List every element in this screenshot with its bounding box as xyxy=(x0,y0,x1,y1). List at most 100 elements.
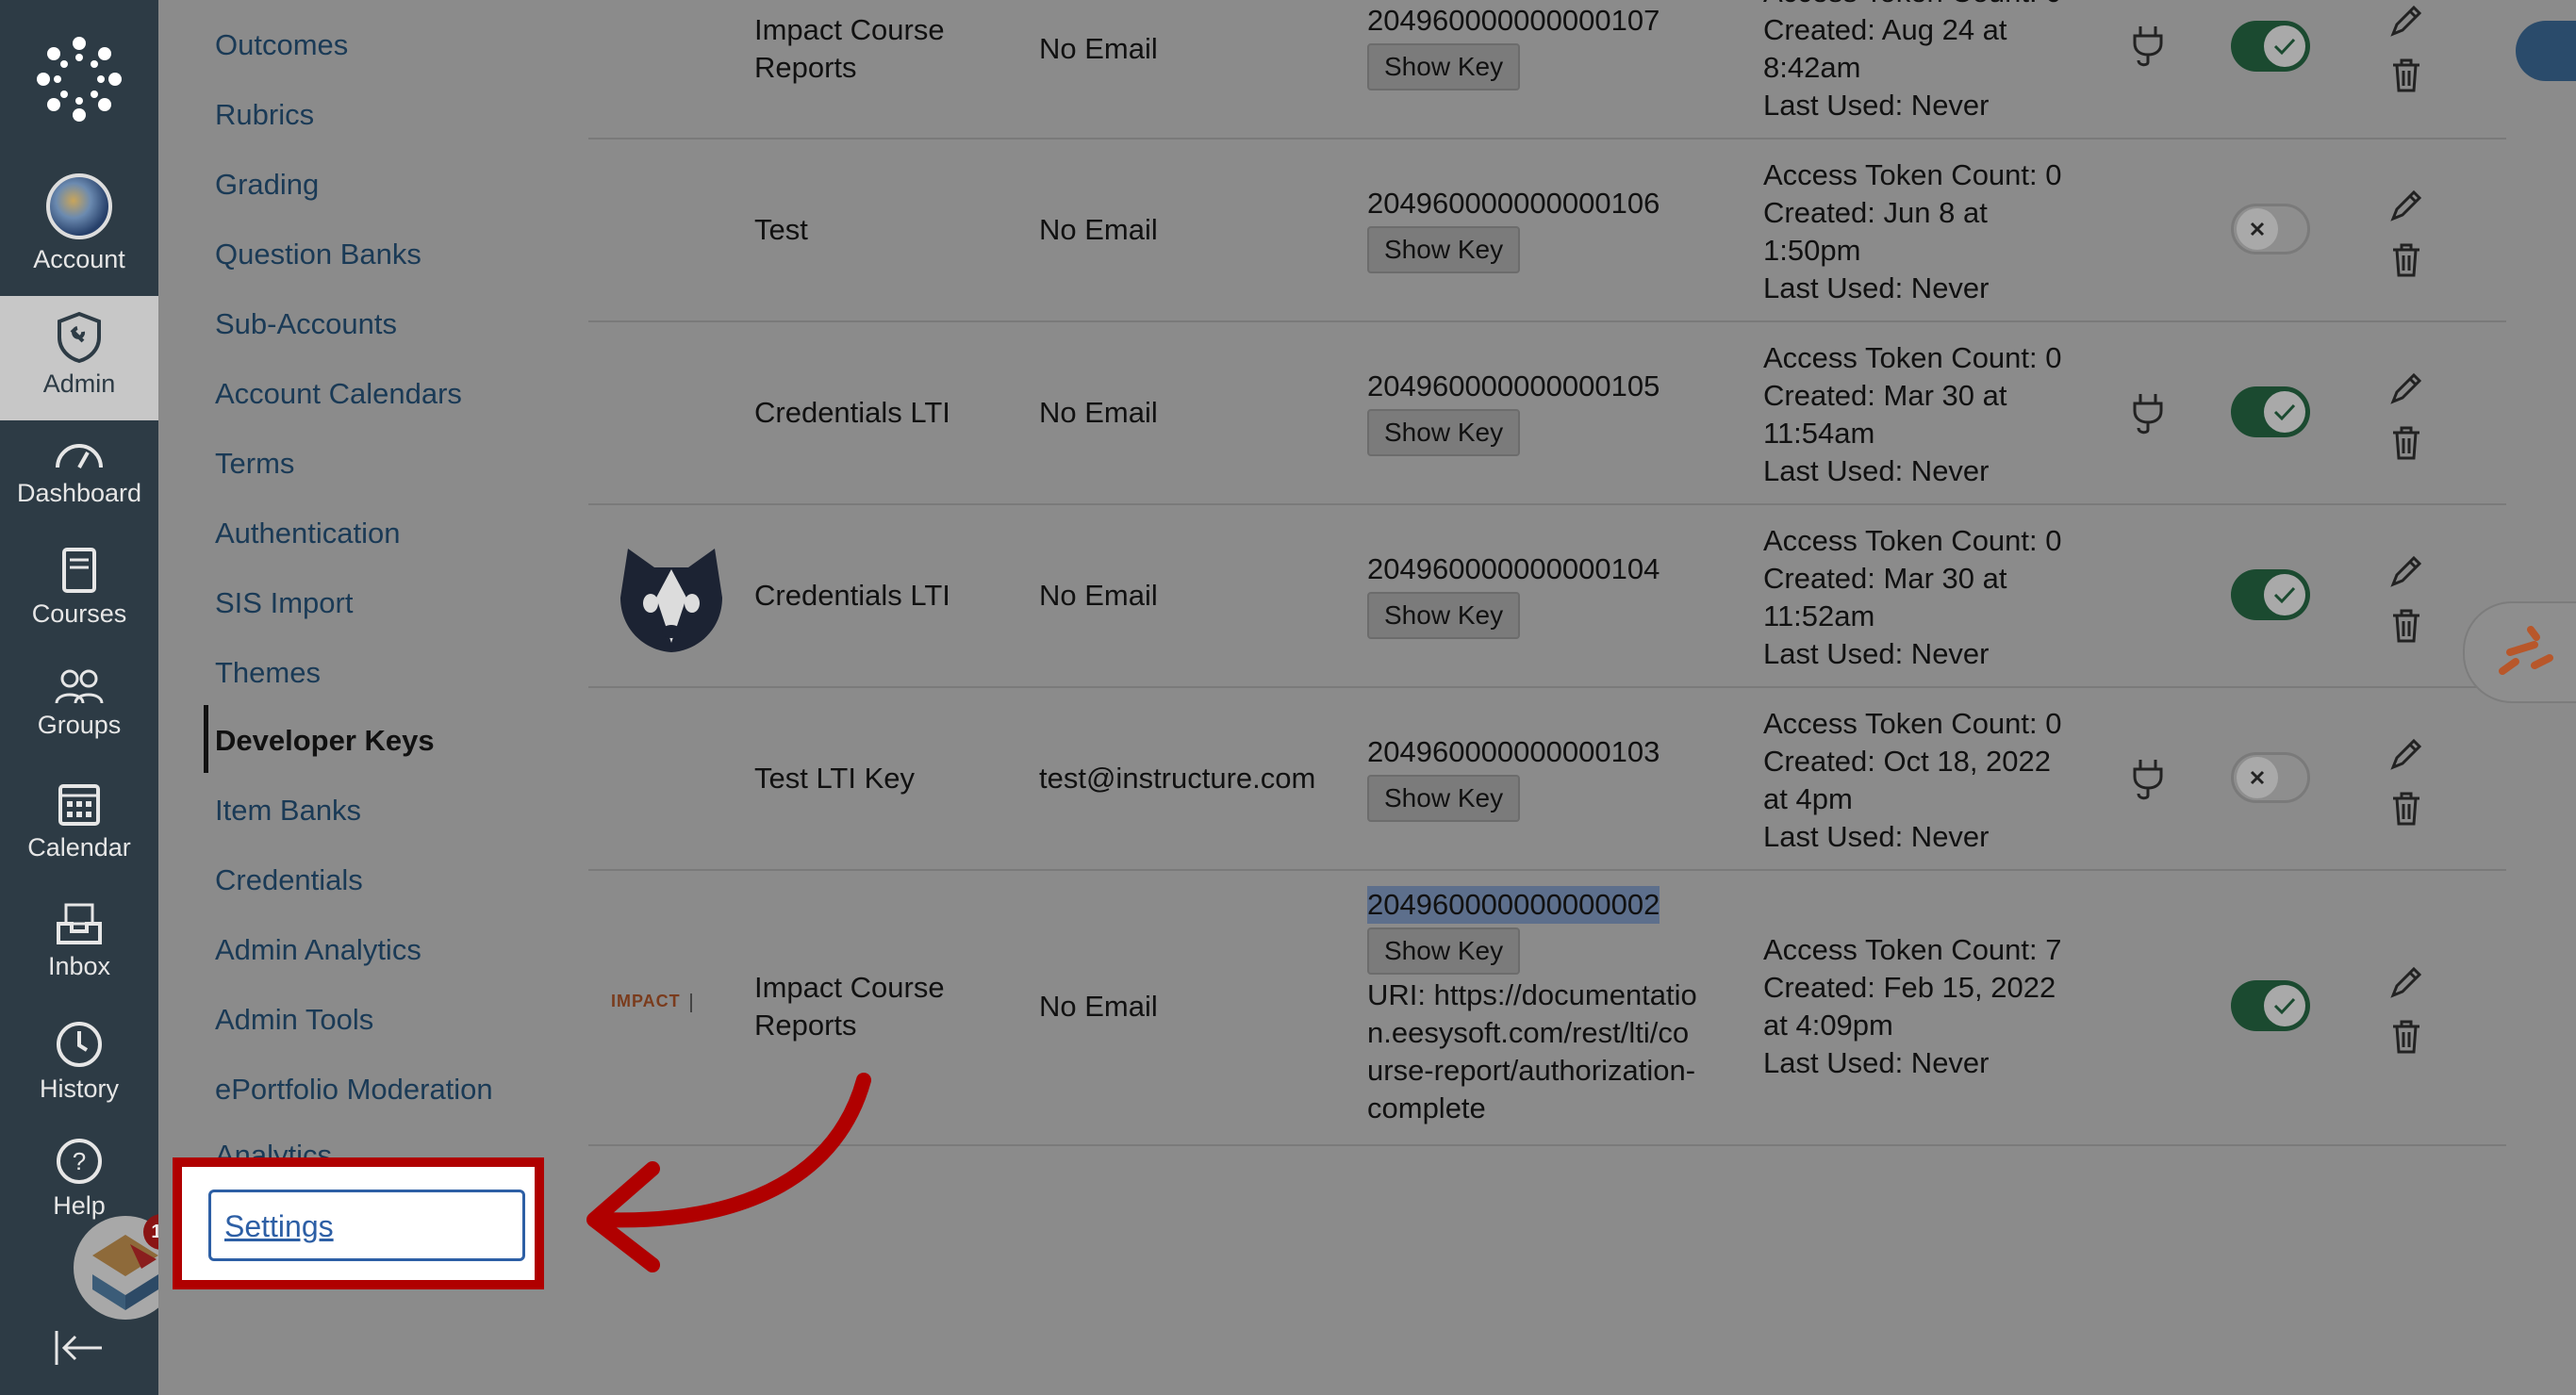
plug-icon[interactable] xyxy=(2127,390,2169,437)
edit-pencil-icon[interactable] xyxy=(2387,369,2421,407)
subnav-question-banks[interactable]: Question Banks xyxy=(215,238,421,271)
settings-label: Settings xyxy=(224,1209,334,1243)
show-key-button[interactable]: Show Key xyxy=(1367,927,1521,975)
nav-dashboard[interactable]: Dashboard xyxy=(0,435,158,508)
key-email: No Email xyxy=(1039,579,1158,612)
plug-icon[interactable] xyxy=(2127,23,2169,70)
subnav-sis-import[interactable]: SIS Import xyxy=(215,586,353,620)
nav-account[interactable]: Account xyxy=(0,173,158,274)
enable-toggle[interactable] xyxy=(2231,204,2310,254)
trash-icon[interactable] xyxy=(2389,424,2423,462)
table-row: Credentials LTI No Email 204960000000000… xyxy=(588,320,2506,505)
enable-toggle[interactable] xyxy=(2231,752,2310,803)
edit-pencil-icon[interactable] xyxy=(2387,735,2421,773)
pointer-arrow-icon xyxy=(586,1073,871,1272)
nav-admin-label: Admin xyxy=(42,369,116,398)
nav-groups[interactable]: Groups xyxy=(0,667,158,740)
enable-toggle[interactable] xyxy=(2231,569,2310,620)
key-id: 204960000000000107 xyxy=(1367,4,1660,37)
key-details: Access Token Count: 0 Created: Mar 30 at 1… xyxy=(1763,524,2062,670)
table-row: Impact Course Reports No Email 2049600000… xyxy=(588,0,2506,140)
enable-toggle[interactable] xyxy=(2231,980,2310,1031)
nav-admin[interactable]: Admin xyxy=(0,296,158,420)
edit-pencil-icon[interactable] xyxy=(2387,187,2421,224)
subnav-eportfolio-moderation[interactable]: ePortfolio Moderation xyxy=(215,1073,493,1107)
dashboard-icon xyxy=(56,444,103,468)
nav-account-label: Account xyxy=(33,245,125,273)
key-name: Credentials LTI xyxy=(754,396,950,429)
nav-courses[interactable]: Courses xyxy=(0,547,158,629)
subnav-item-banks[interactable]: Item Banks xyxy=(215,794,361,828)
subnav-themes[interactable]: Themes xyxy=(215,656,321,690)
inbox-icon xyxy=(57,903,102,944)
key-details: Access Token Count: 0 Created: Oct 18, 20… xyxy=(1763,707,2062,853)
trash-icon[interactable] xyxy=(2389,790,2423,828)
key-details: Access Token Count: 0 Created: Mar 30 at 1… xyxy=(1763,341,2062,487)
x-icon xyxy=(2237,208,2278,250)
key-id: 204960000000000104 xyxy=(1367,552,1660,585)
table-row: Credentials LTI No Email 204960000000000… xyxy=(588,503,2506,688)
key-id: 204960000000000106 xyxy=(1367,187,1660,220)
help-icon: ? xyxy=(57,1139,102,1184)
canvas-logo-icon[interactable] xyxy=(32,32,126,126)
trash-icon[interactable] xyxy=(2389,1018,2423,1056)
enable-toggle[interactable] xyxy=(2231,386,2310,437)
key-email: No Email xyxy=(1039,396,1158,429)
trash-icon[interactable] xyxy=(2389,607,2423,645)
show-key-button[interactable]: Show Key xyxy=(1367,592,1521,639)
calendar-icon xyxy=(58,784,100,826)
subnav-terms[interactable]: Terms xyxy=(215,447,294,481)
trash-icon[interactable] xyxy=(2389,241,2423,279)
collapse-nav-icon[interactable] xyxy=(53,1327,106,1369)
subnav-developer-keys[interactable]: Developer Keys xyxy=(215,724,435,758)
edit-pencil-icon[interactable] xyxy=(2387,2,2421,40)
side-widget-tab[interactable] xyxy=(2463,601,2576,703)
nav-help[interactable]: ? Help xyxy=(0,1137,158,1221)
key-id: 204960000000000105 xyxy=(1367,369,1660,402)
nav-courses-label: Courses xyxy=(31,599,127,628)
edit-pencil-icon[interactable] xyxy=(2387,963,2421,1001)
enable-toggle[interactable] xyxy=(2231,21,2310,72)
subnav-outcomes[interactable]: Outcomes xyxy=(215,28,348,62)
subnav-sub-accounts[interactable]: Sub-Accounts xyxy=(215,307,397,341)
impact-logo: IMPACT xyxy=(611,992,734,1020)
key-name: Test LTI Key xyxy=(754,762,915,795)
avatar xyxy=(46,173,112,239)
subnav-account-calendars[interactable]: Account Calendars xyxy=(215,377,462,411)
nav-inbox[interactable]: Inbox xyxy=(0,901,158,981)
key-email: No Email xyxy=(1039,213,1158,246)
table-row: Test No Email 204960000000000106 Show Ke… xyxy=(588,138,2506,322)
key-id: 204960000000000002 xyxy=(1367,886,1660,924)
trash-icon[interactable] xyxy=(2389,57,2423,94)
subnav-admin-tools[interactable]: Admin Tools xyxy=(215,1003,373,1037)
nav-calendar[interactable]: Calendar xyxy=(0,780,158,862)
x-icon xyxy=(2237,757,2278,798)
edit-pencil-icon[interactable] xyxy=(2387,552,2421,590)
show-key-button[interactable]: Show Key xyxy=(1367,226,1521,273)
show-key-button[interactable]: Show Key xyxy=(1367,43,1521,90)
settings-highlight: Settings xyxy=(173,1157,544,1289)
subnav-grading[interactable]: Grading xyxy=(215,168,319,202)
plug-icon[interactable] xyxy=(2127,756,2169,803)
subnav-credentials[interactable]: Credentials xyxy=(215,863,363,897)
key-email: No Email xyxy=(1039,990,1158,1023)
shield-icon xyxy=(58,311,101,364)
subnav-settings[interactable]: Settings xyxy=(208,1190,525,1261)
check-icon xyxy=(2264,574,2305,615)
clock-icon xyxy=(57,1022,102,1067)
key-details: Access Token Count: 0 Created: Jun 8 at 1:… xyxy=(1763,158,2062,304)
nav-groups-label: Groups xyxy=(37,711,122,739)
nav-history-label: History xyxy=(39,1075,119,1103)
show-key-button[interactable]: Show Key xyxy=(1367,409,1521,456)
show-key-button[interactable]: Show Key xyxy=(1367,775,1521,822)
check-icon xyxy=(2264,391,2305,433)
check-icon xyxy=(2264,985,2305,1026)
key-name: Impact Course Reports xyxy=(754,971,945,1042)
floating-help-button[interactable] xyxy=(2516,21,2576,81)
subnav-rubrics[interactable]: Rubrics xyxy=(215,98,314,132)
subnav-admin-analytics[interactable]: Admin Analytics xyxy=(215,933,421,967)
nav-history[interactable]: History xyxy=(0,1020,158,1104)
nav-inbox-label: Inbox xyxy=(47,952,111,980)
subnav-authentication[interactable]: Authentication xyxy=(215,517,400,550)
nav-dashboard-label: Dashboard xyxy=(16,479,142,507)
